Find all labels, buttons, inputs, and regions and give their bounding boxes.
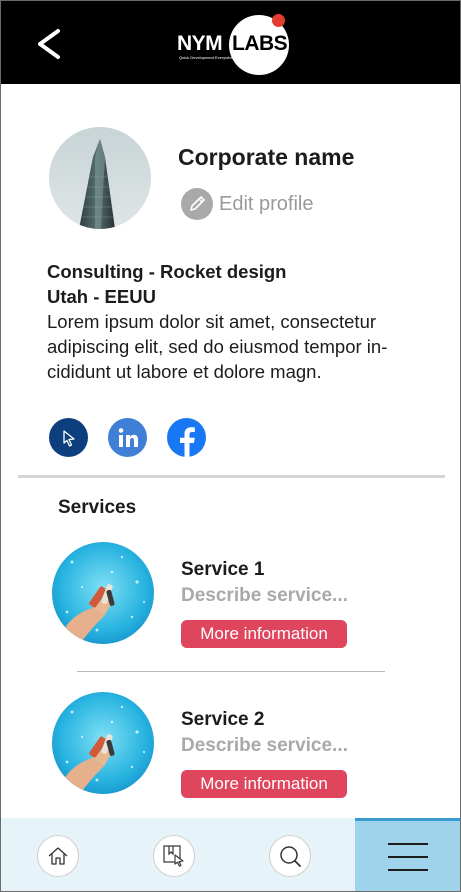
nav-menu-button[interactable] bbox=[355, 818, 460, 891]
service-photo bbox=[52, 692, 154, 794]
menu-icon-bar bbox=[388, 843, 428, 845]
app-screen: NYM LABS Quick Development Everywhere Co… bbox=[0, 0, 461, 892]
nav-search-button[interactable] bbox=[269, 835, 311, 877]
service-description: Describe service... bbox=[181, 585, 348, 606]
facebook-icon bbox=[180, 427, 195, 457]
building-photo bbox=[49, 127, 151, 229]
menu-icon-bar bbox=[388, 869, 428, 871]
cursor-icon bbox=[62, 429, 75, 447]
linkedin-link[interactable] bbox=[108, 418, 147, 457]
service-photo bbox=[52, 542, 154, 644]
corporate-name: Corporate name bbox=[178, 144, 355, 170]
more-information-button[interactable]: More information bbox=[181, 770, 347, 798]
linkedin-icon bbox=[118, 427, 138, 447]
more-information-button[interactable]: More information bbox=[181, 620, 347, 648]
bio-line: cididunt ut labore et dolore magn. bbox=[47, 361, 322, 382]
bio-line: adipiscing elit, sed do eiusmod tempor i… bbox=[47, 336, 388, 357]
service-title: Service 1 bbox=[181, 559, 265, 580]
back-button[interactable] bbox=[31, 23, 71, 63]
nav-home-button[interactable] bbox=[37, 835, 79, 877]
service-divider bbox=[77, 671, 385, 672]
edit-profile-label: Edit profile bbox=[219, 192, 314, 215]
home-icon bbox=[48, 847, 68, 865]
menu-icon-bar bbox=[388, 856, 428, 858]
chevron-left-icon bbox=[38, 29, 60, 59]
service-title: Service 2 bbox=[181, 709, 265, 730]
services-heading: Services bbox=[58, 497, 137, 518]
company-location: Utah - EEUU bbox=[47, 286, 156, 307]
section-divider bbox=[18, 475, 445, 478]
service-description: Describe service... bbox=[181, 735, 348, 756]
logo-text-labs: LABS bbox=[232, 32, 288, 55]
search-icon bbox=[280, 846, 301, 867]
bio-line: Lorem ipsum dolor sit amet, consectetur bbox=[47, 311, 377, 332]
service-image bbox=[52, 692, 154, 794]
company-info: Consulting - Rocket design Utah - EEUU L… bbox=[47, 259, 427, 384]
bottom-navigation bbox=[1, 818, 460, 891]
top-bar: NYM LABS Quick Development Everywhere bbox=[1, 1, 460, 84]
logo-text-nym: NYM bbox=[177, 32, 223, 55]
logo-red-dot bbox=[272, 14, 285, 27]
service-image bbox=[52, 542, 154, 644]
bookmark-cursor-icon bbox=[163, 845, 184, 867]
website-link[interactable] bbox=[49, 418, 88, 457]
company-avatar bbox=[49, 127, 151, 229]
logo-tagline: Quick Development Everywhere bbox=[179, 55, 237, 60]
facebook-link[interactable] bbox=[167, 418, 206, 457]
pencil-icon bbox=[181, 188, 213, 220]
nymlabs-logo: NYM LABS Quick Development Everywhere bbox=[177, 13, 293, 75]
edit-profile-button[interactable]: Edit profile bbox=[181, 188, 314, 220]
nav-bookmark-button[interactable] bbox=[153, 835, 195, 877]
company-headline: Consulting - Rocket design bbox=[47, 261, 287, 282]
